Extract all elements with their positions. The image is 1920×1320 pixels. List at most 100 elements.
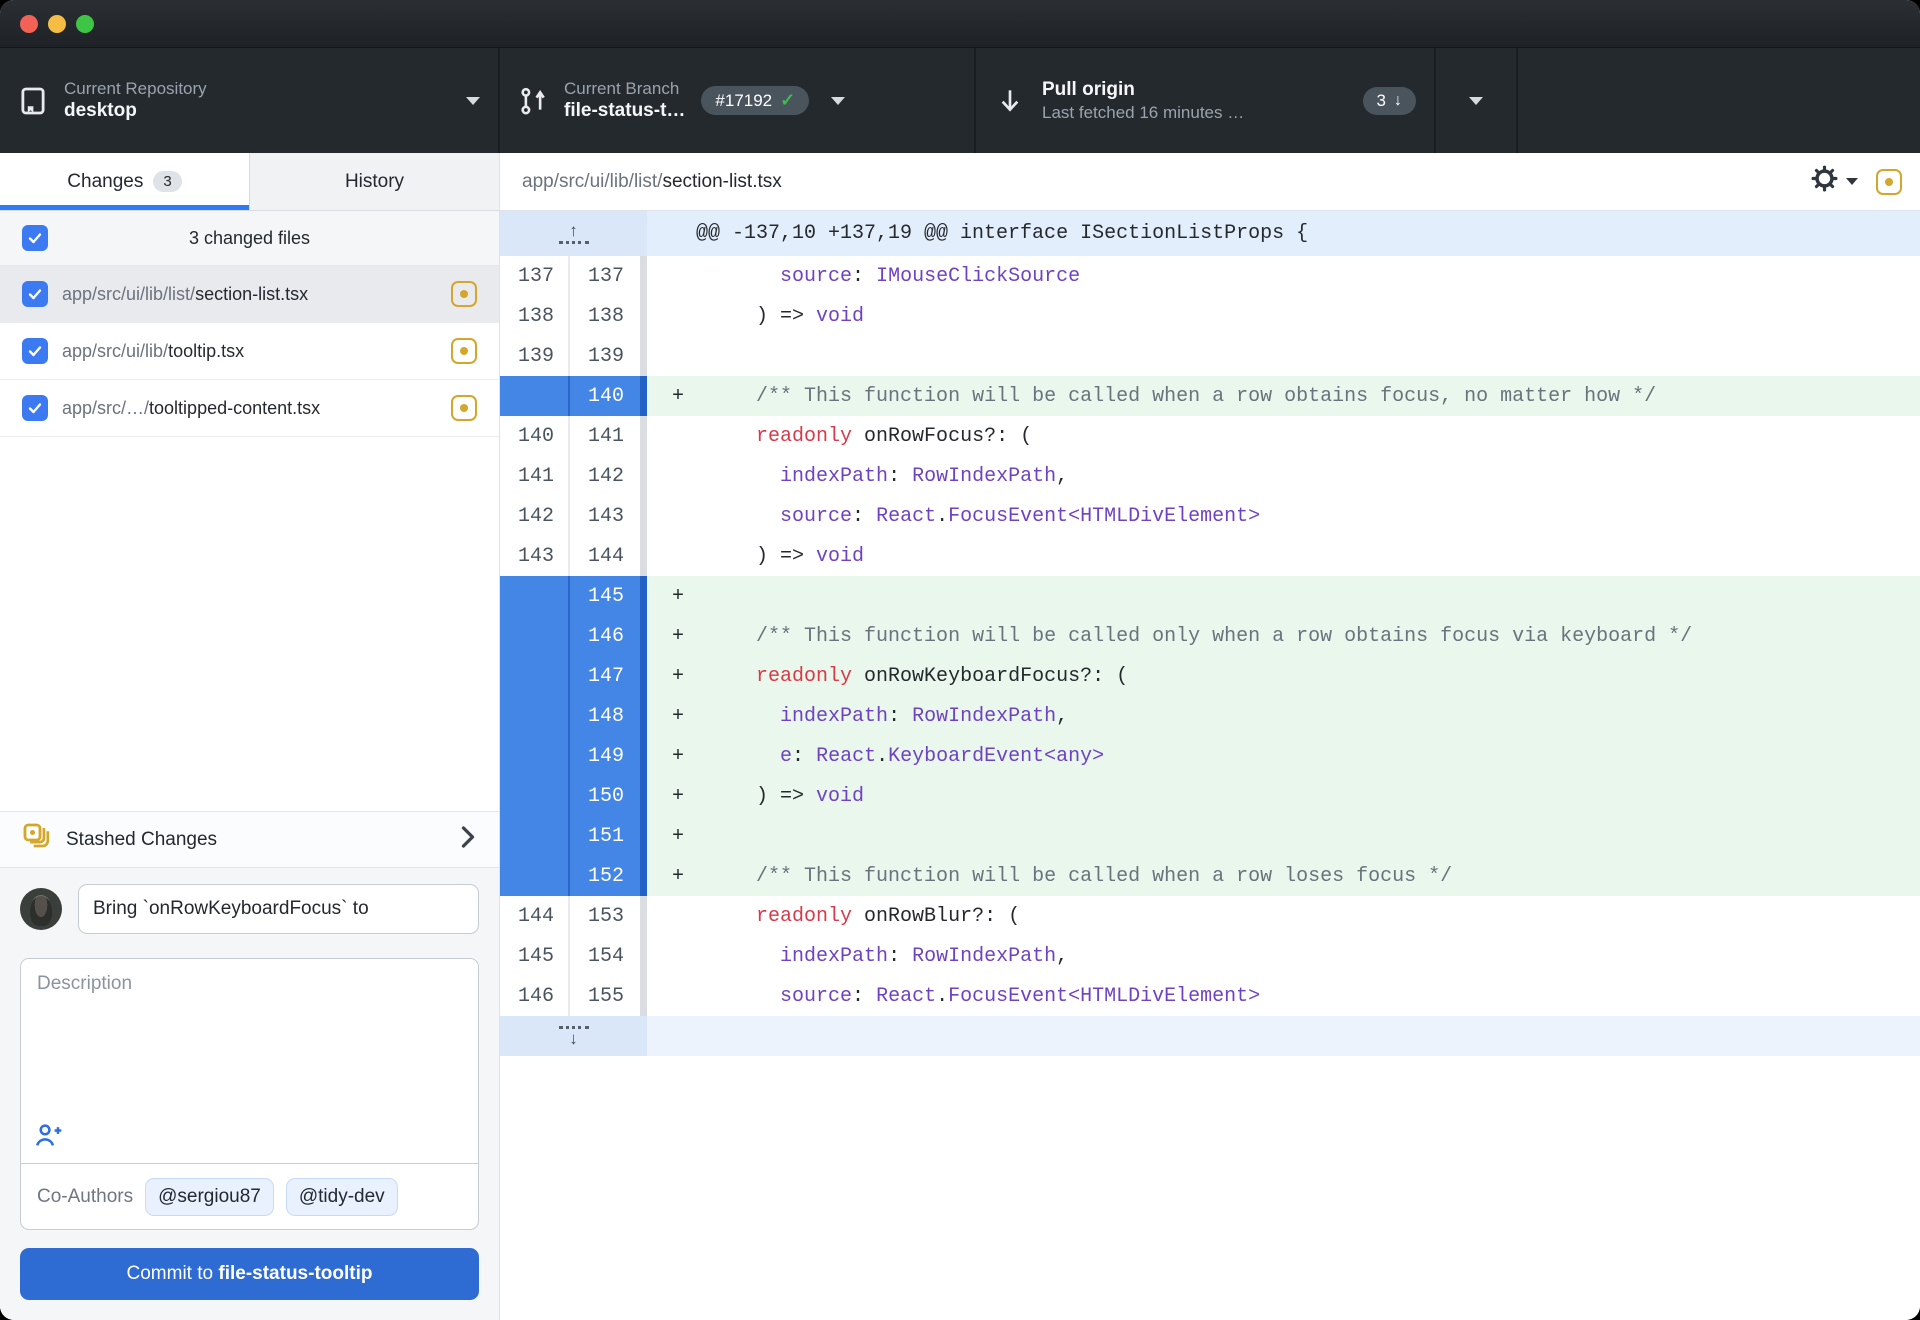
file-checkbox[interactable] [22,395,48,421]
coauthors-row[interactable]: Co-Authors @sergiou87@tidy-dev [21,1163,478,1229]
diff-gutter[interactable]: 146 [500,616,647,656]
new-line-number: 141 [570,416,638,456]
arrow-down-small-icon: ↓ [1394,92,1402,110]
file-row[interactable]: app/src/ui/lib/list/section-list.tsx [0,266,499,323]
diff-file-path: app/src/ui/lib/list/section-list.tsx [522,171,1811,193]
old-line-number: 144 [500,896,570,936]
code-line: source: IMouseClickSource [647,256,1920,296]
branch-label: Current Branch [564,78,685,99]
old-line-number [500,696,570,736]
tab-changes[interactable]: Changes 3 [0,153,249,210]
new-line-number: 144 [570,536,638,576]
code-line: + /** This function will be called when … [647,856,1920,896]
titlebar [0,0,1920,48]
diff-gutter[interactable]: 141142 [500,456,647,496]
current-repository-button[interactable]: Current Repository desktop [0,48,500,153]
code-line: readonly onRowBlur?: ( [647,896,1920,936]
old-line-number: 142 [500,496,570,536]
diff-row-context: 144153 readonly onRowBlur?: ( [500,896,1920,936]
file-path: app/src/…/tooltipped-content.tsx [62,398,439,419]
new-line-number: 150 [570,776,638,816]
coauthor-pill[interactable]: @sergiou87 [145,1178,274,1216]
diff-gutter[interactable]: 152 [500,856,647,896]
commit-description-input[interactable] [21,959,478,1163]
modified-status-icon [451,395,477,421]
branch-value: file-status-t… [564,99,685,123]
commit-summary-input[interactable] [78,884,479,934]
coauthor-pill[interactable]: @tidy-dev [286,1178,398,1216]
branch-icon [518,86,548,116]
expand-down-icon: ↓ [559,1026,589,1046]
new-line-number: 137 [570,256,638,296]
gutter-edge [640,816,647,856]
code-line [647,336,1920,376]
hunk-header-text: @@ -137,10 +137,19 @@ interface ISection… [647,211,1920,256]
repository-label: Current Repository [64,78,207,99]
gutter-edge [640,416,647,456]
code-line: + [647,816,1920,856]
pull-subtitle: Last fetched 16 minutes … [1042,102,1244,123]
new-line-number: 147 [570,656,638,696]
gutter-edge [640,616,647,656]
diff-gutter[interactable]: 143144 [500,536,647,576]
pull-count: 3 [1377,91,1386,111]
diff-gutter[interactable]: 147 [500,656,647,696]
diff-gutter[interactable]: 139139 [500,336,647,376]
diff-gutter[interactable]: 140141 [500,416,647,456]
file-row[interactable]: app/src/…/tooltipped-content.tsx [0,380,499,437]
gutter-edge [640,296,647,336]
pull-dropdown-button[interactable] [1436,48,1518,153]
diff-options-button[interactable] [1811,165,1858,198]
diff-gutter[interactable]: 145 [500,576,647,616]
diff-gutter[interactable]: 151 [500,816,647,856]
diff-gutter[interactable]: 146155 [500,976,647,1016]
hunk-header-row: ↑ @@ -137,10 +137,19 @@ interface ISecti… [500,211,1920,256]
gutter-edge [640,936,647,976]
expand-down-button[interactable]: ↓ [500,1016,647,1056]
diff-row-context: 146155 source: React.FocusEvent<HTMLDivE… [500,976,1920,1016]
new-line-number: 154 [570,936,638,976]
chevron-down-icon [466,97,480,105]
old-line-number [500,616,570,656]
old-line-number: 140 [500,416,570,456]
code-line: source: React.FocusEvent<HTMLDivElement> [647,976,1920,1016]
new-line-number: 155 [570,976,638,1016]
diff-gutter[interactable]: 145154 [500,936,647,976]
add-coauthor-icon[interactable] [35,1122,63,1153]
diff-row-added: 150+ ) => void [500,776,1920,816]
tab-history-label: History [345,171,404,193]
new-line-number: 152 [570,856,638,896]
diff-gutter[interactable]: 142143 [500,496,647,536]
stashed-changes-row[interactable]: Stashed Changes [0,811,499,868]
diff-gutter[interactable]: 144153 [500,896,647,936]
diff-row-added: 148+ indexPath: RowIndexPath, [500,696,1920,736]
old-line-number [500,656,570,696]
file-checkbox[interactable] [22,281,48,307]
new-line-number: 153 [570,896,638,936]
gutter-edge [640,256,647,296]
diff-gutter[interactable]: 138138 [500,296,647,336]
old-line-number: 145 [500,936,570,976]
minimize-window-button[interactable] [48,15,66,33]
select-all-row: 3 changed files [0,211,499,266]
zoom-window-button[interactable] [76,15,94,33]
diff-gutter[interactable]: 149 [500,736,647,776]
code-line: + /** This function will be called only … [647,616,1920,656]
expand-up-button[interactable]: ↑ [500,211,647,256]
commit-button[interactable]: Commit to file-status-tooltip [20,1248,479,1300]
changed-files-list: app/src/ui/lib/list/section-list.tsx app… [0,266,499,437]
diff-gutter[interactable]: 140 [500,376,647,416]
pull-origin-button[interactable]: Pull origin Last fetched 16 minutes … 3 … [976,48,1436,153]
diff-gutter[interactable]: 148 [500,696,647,736]
diff-gutter[interactable]: 137137 [500,256,647,296]
diff-pane: app/src/ui/lib/list/section-list.tsx [500,153,1920,1320]
diff-gutter[interactable]: 150 [500,776,647,816]
tab-history[interactable]: History [249,153,499,210]
current-branch-button[interactable]: Current Branch file-status-t… #17192 ✓ [500,48,976,153]
close-window-button[interactable] [20,15,38,33]
code-line: + e: React.KeyboardEvent<any> [647,736,1920,776]
expand-up-icon: ↑ [559,224,589,244]
diff-row-added: 151+ [500,816,1920,856]
file-row[interactable]: app/src/ui/lib/tooltip.tsx [0,323,499,380]
file-checkbox[interactable] [22,338,48,364]
